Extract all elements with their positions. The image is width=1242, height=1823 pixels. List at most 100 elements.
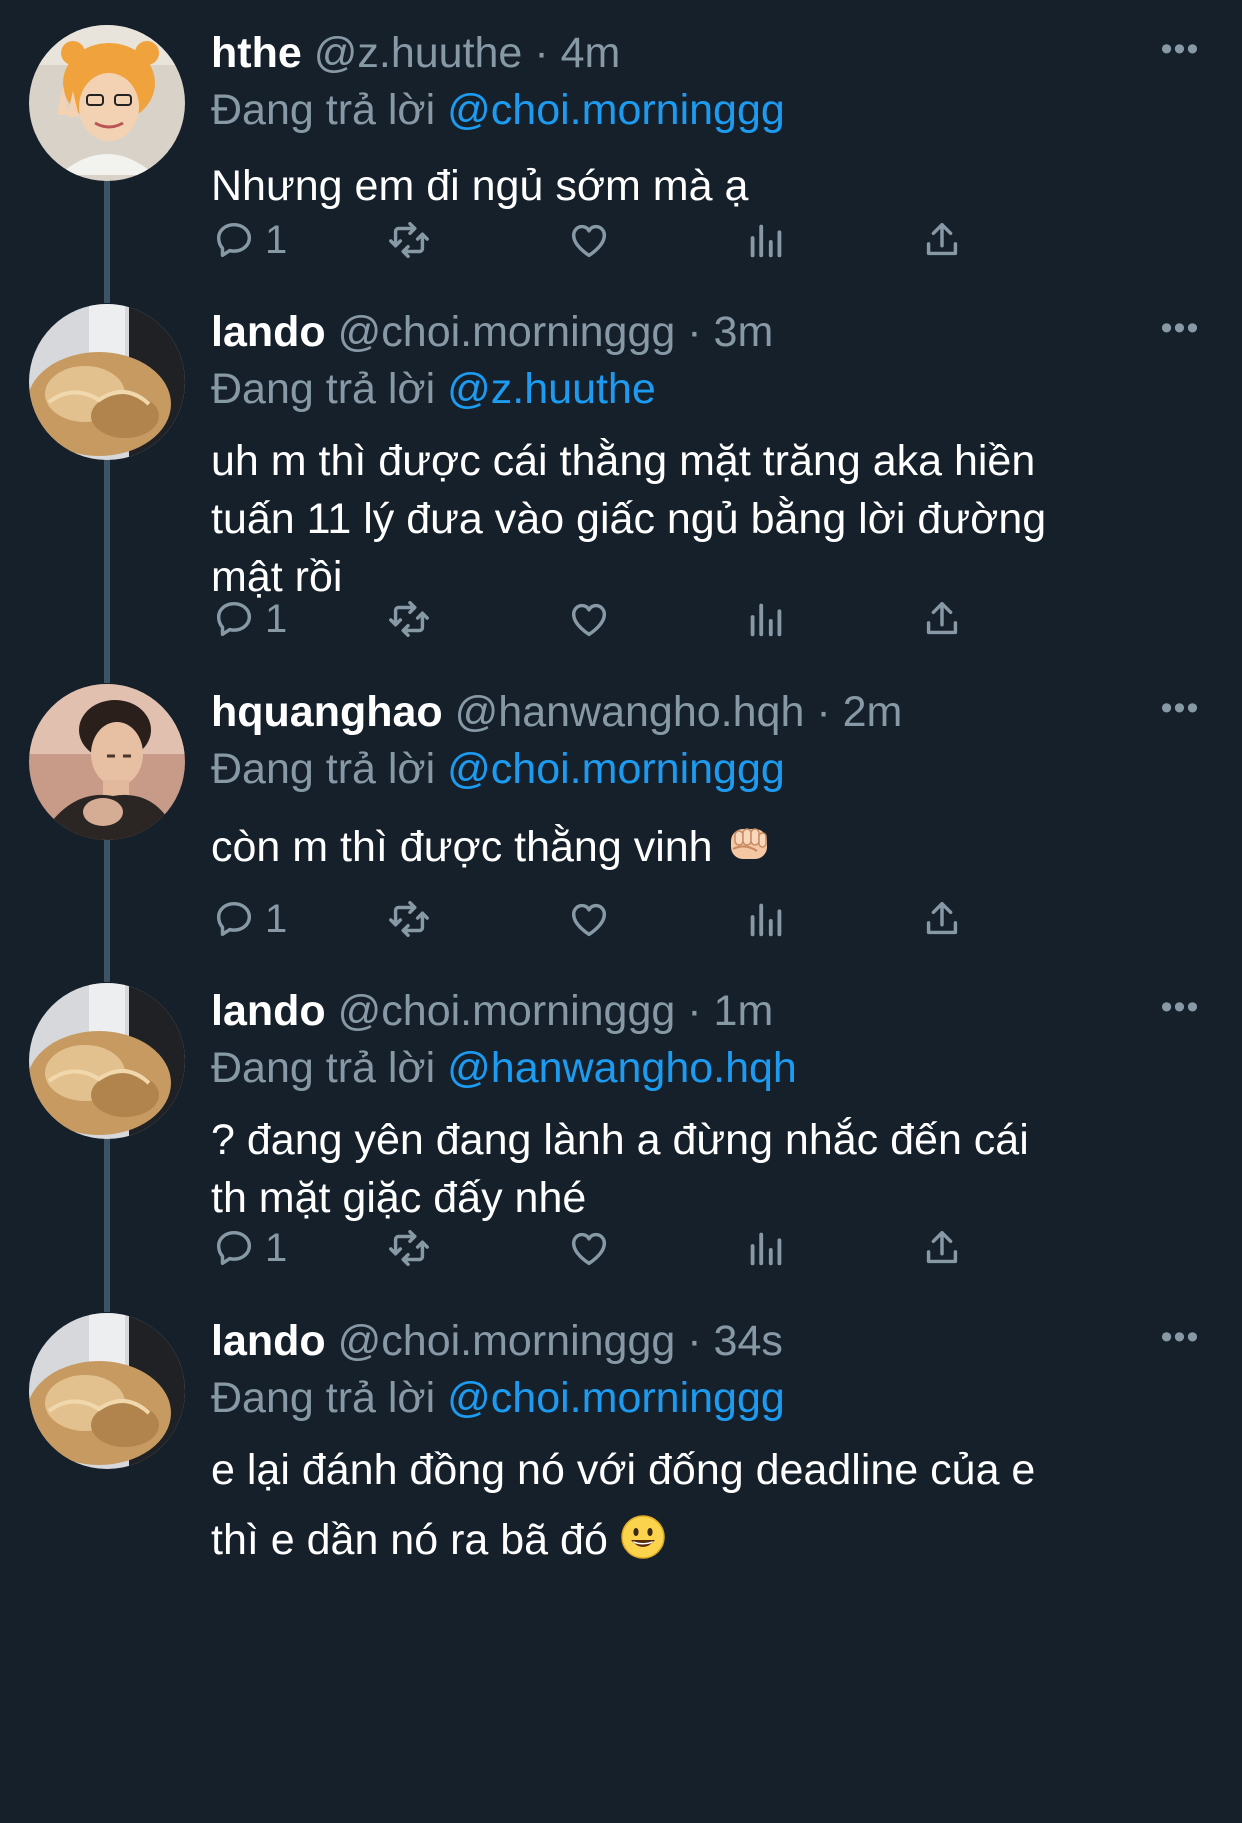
thread-line [104,820,110,982]
retweet-button[interactable] [386,894,432,944]
views-button[interactable] [743,215,789,265]
reply-count: 1 [265,896,288,941]
display-name[interactable]: hquanghao [211,688,443,736]
heart-icon [571,224,607,258]
retweet-button[interactable] [386,1223,432,1273]
retweet-icon [389,221,429,259]
user-handle[interactable]: @hanwangho.hqh [455,688,805,736]
tweet-text-line: tuấn 11 lý đưa vào giấc ngủ bằng lời đườ… [211,495,1047,543]
share-button[interactable] [919,894,965,944]
reply-icon [216,222,252,258]
tweet-text-line: uh m thì được cái thằng mặt trăng aka hi… [211,437,1036,485]
share-button[interactable] [919,594,965,644]
reply-count: 1 [265,217,288,262]
reply-button[interactable]: 1 [211,594,287,644]
reply-button[interactable]: 1 [211,1223,287,1273]
heart-icon [571,1232,607,1266]
timestamp[interactable]: 2m [843,688,903,736]
action-bar: 1 [211,894,1111,944]
user-handle[interactable]: @z.huuthe [314,29,523,77]
like-button[interactable] [566,1223,612,1273]
reply-count: 1 [265,596,288,641]
reply-prefix: Đang trả lời [211,365,436,413]
tweet-text-line: th mặt giặc đấy nhé [211,1174,587,1222]
display-name[interactable]: lando [211,987,326,1035]
avatar-hquanghao[interactable] [29,684,185,840]
share-button[interactable] [919,1223,965,1273]
analytics-icon [750,1232,782,1266]
thread-line [104,440,110,683]
retweet-icon [389,900,429,938]
action-bar: 1 [211,1223,1111,1273]
like-button[interactable] [566,594,612,644]
share-icon [926,222,958,256]
mention-link[interactable]: @choi.morninggg [447,86,785,134]
more-options-icon[interactable]: ••• [1158,1320,1202,1355]
timestamp[interactable]: 4m [561,29,621,77]
timestamp[interactable]: 34s [714,1317,783,1365]
retweet-icon [389,1229,429,1267]
reply-button[interactable]: 1 [211,215,287,265]
timestamp[interactable]: 3m [714,308,774,356]
mention-link[interactable]: @z.huuthe [447,365,656,413]
retweet-button[interactable] [386,594,432,644]
views-button[interactable] [743,894,789,944]
display-name[interactable]: lando [211,308,326,356]
display-name[interactable]: hthe [211,29,302,77]
avatar-lando[interactable] [29,304,185,460]
user-handle[interactable]: @choi.morninggg [338,308,676,356]
tweet-text: e lại đánh đồng nó với đống deadline của… [211,1435,1202,1581]
tweet-text-line: e lại đánh đồng nó với đống deadline của… [211,1446,1036,1494]
separator: · [687,987,702,1035]
tweet-header: lando @choi.morninggg · 3m [211,304,1202,360]
views-button[interactable] [743,594,789,644]
action-bar: 1 [211,594,1111,644]
user-handle[interactable]: @choi.morninggg [338,1317,676,1365]
tweet-header: hquanghao @hanwangho.hqh · 2m [211,684,1202,740]
thread-line [104,1119,110,1312]
mention-link[interactable]: @choi.morninggg [447,1374,785,1422]
more-options-icon[interactable]: ••• [1158,32,1202,67]
thread-line [104,160,110,303]
more-options-icon[interactable]: ••• [1158,990,1202,1025]
like-button[interactable] [566,215,612,265]
tweet-text-line: thì e dần nó ra bã đó [211,1516,608,1564]
more-options-icon[interactable]: ••• [1158,311,1202,346]
avatar-hthe[interactable] [29,25,185,181]
share-button[interactable] [919,215,965,265]
action-bar: 1 [211,215,1111,265]
analytics-icon [750,603,782,637]
tweet-text: còn m thì được thằng vinh [211,818,1202,882]
reply-prefix: Đang trả lời [211,86,436,134]
replying-to: Đang trả lời @hanwangho.hqh [211,1039,1202,1097]
separator: · [534,29,549,77]
replying-to: Đang trả lời @choi.morninggg [211,81,1202,139]
reply-prefix: Đang trả lời [211,745,436,793]
tweet-text-line: Nhưng em đi ngủ sớm mà ạ [211,162,749,210]
mention-link[interactable]: @choi.morninggg [447,745,785,793]
tweet-text-line: ? đang yên đang lành a đừng nhắc đến cái [211,1116,1029,1164]
avatar-lando[interactable] [29,983,185,1139]
reply-prefix: Đang trả lời [211,1374,436,1422]
retweet-button[interactable] [386,215,432,265]
more-options-icon[interactable]: ••• [1158,691,1202,726]
avatar-lando[interactable] [29,1313,185,1469]
reply-prefix: Đang trả lời [211,1044,436,1092]
heart-icon [571,903,607,937]
like-button[interactable] [566,894,612,944]
views-button[interactable] [743,1223,789,1273]
reply-button[interactable]: 1 [211,894,287,944]
user-handle[interactable]: @choi.morninggg [338,987,676,1035]
tweet-header: hthe @z.huuthe · 4m [211,25,1202,81]
mention-link[interactable]: @hanwangho.hqh [447,1044,797,1092]
analytics-icon [750,224,782,258]
replying-to: Đang trả lời @choi.morninggg [211,1369,1202,1427]
fist-emoji [725,821,773,882]
timestamp[interactable]: 1m [714,987,774,1035]
share-icon [926,1230,958,1264]
reply-icon [216,1230,252,1266]
tweet-text: Nhưng em đi ngủ sớm mà ạ [211,157,1202,215]
heart-icon [571,603,607,637]
tweet-header: lando @choi.morninggg · 1m [211,983,1202,1039]
display-name[interactable]: lando [211,1317,326,1365]
